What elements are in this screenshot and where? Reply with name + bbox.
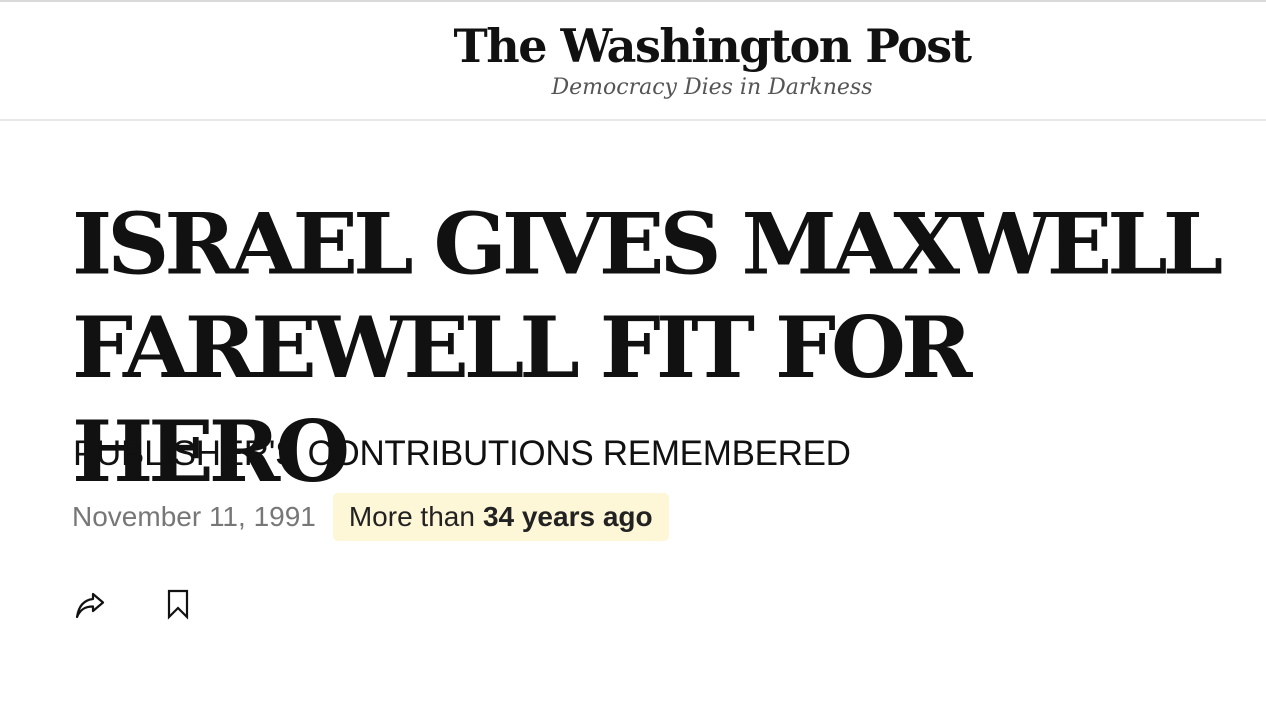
bookmark-icon <box>165 588 191 625</box>
dateline: November 11, 1991 More than 34 years ago <box>72 493 669 541</box>
site-tagline: Democracy Dies in Darkness <box>551 75 873 100</box>
age-prefix: More than <box>348 501 475 532</box>
bookmark-button[interactable] <box>160 588 196 624</box>
article-page: The Washington Post Democracy Dies in Da… <box>0 0 1266 708</box>
article-subheadline: PUBLISHER'S CONTRIBUTIONS REMEMBERED <box>73 434 851 473</box>
share-icon <box>74 588 106 625</box>
age-value: 34 years ago <box>482 501 653 532</box>
share-button[interactable] <box>72 588 108 624</box>
site-logo[interactable]: The Washington Post <box>0 16 1266 76</box>
masthead: The Washington Post Democracy Dies in Da… <box>0 2 1266 121</box>
article-actions <box>72 588 196 624</box>
publish-date: November 11, 1991 <box>72 501 316 532</box>
article-age-badge: More than 34 years ago <box>332 493 669 541</box>
